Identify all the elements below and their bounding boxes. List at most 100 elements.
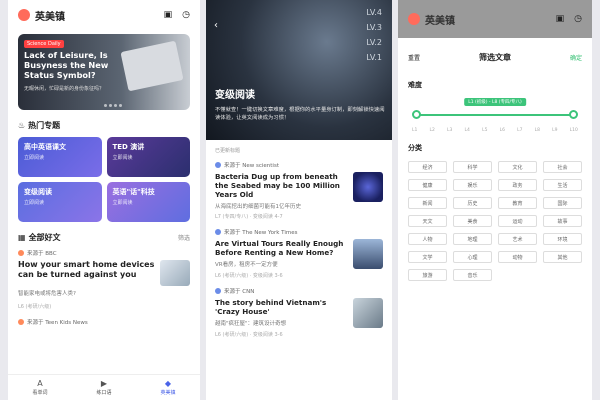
article-card[interactable]: 来源于 BBC How your smart home devices can … (8, 249, 200, 310)
category-chip[interactable]: 其他 (543, 251, 582, 263)
hero-banner[interactable]: Science Daily Lack of Leisure, Is Busyne… (18, 34, 190, 110)
article-level: L6 (考研/六级) · 变级阅读 3-6 (215, 332, 283, 338)
category-chip[interactable]: 国际 (543, 197, 582, 209)
article-level: L6 (考研/六级) (18, 304, 52, 310)
list-item[interactable]: 来源于 The New York Times Are Virtual Tours… (215, 224, 383, 283)
slider-range-label: L1 (初级) - L8 (专四/专八) (464, 98, 526, 106)
article-source: 来源于 CNN (215, 287, 383, 295)
category-grid: 经济 科学 文化 社会 健康 娱乐 政务 生活 新闻 历史 教育 国际 天文 美… (398, 153, 592, 289)
category-chip[interactable]: 文学 (408, 251, 447, 263)
category-chip[interactable]: 运动 (498, 215, 537, 227)
words-icon: A (37, 379, 43, 388)
category-chip[interactable]: 健康 (408, 179, 447, 191)
town-icon: ◆ (164, 379, 172, 388)
source-logo-icon (215, 288, 221, 294)
source-logo-icon (215, 162, 221, 168)
category-chip[interactable]: 故事 (543, 215, 582, 227)
category-chip[interactable]: 新闻 (408, 197, 447, 209)
slider-ticks: L1 L2 L3 L4 L5 L6 L7 L8 L9 L10 (412, 128, 578, 133)
reset-button[interactable]: 重置 (408, 53, 420, 62)
clock-icon: ◷ (574, 14, 582, 24)
category-chip[interactable]: 生活 (543, 179, 582, 191)
article-title: The story behind Vietnam's 'Crazy House' (215, 298, 327, 316)
article-level: L6 (考研/六级) · 变级阅读 3-6 (215, 273, 283, 279)
dimmed-header: 英美镇 ▣ ◷ (398, 0, 592, 38)
tab-words[interactable]: A 看单词 (8, 375, 72, 400)
category-chip[interactable]: 人物 (408, 233, 447, 245)
topic-card[interactable]: 高中英语课文 立即阅读 (18, 137, 102, 177)
article-title: Are Virtual Tours Really Enough Before R… (215, 239, 344, 257)
category-chip[interactable]: 地理 (453, 233, 492, 245)
article-list: 已更新标题 来源于 New scientist Bacteria Dug up … (206, 140, 392, 342)
slider-track (416, 114, 574, 116)
category-chip[interactable]: 旅游 (408, 269, 447, 281)
back-icon[interactable]: ‹ (214, 20, 218, 31)
level-gauge: LV.4 LV.3 LV.2 LV.1 (366, 8, 382, 62)
topics-section-title: ♨ 热门专题 (18, 121, 61, 130)
difficulty-slider[interactable]: L1 (初级) - L8 (专四/专八) (412, 98, 578, 126)
page-description: 不懂就查！一键切换文章难度，根据你的水平量身订制，即刻解锁快速阅读体验，让英文阅… (215, 107, 385, 121)
fire-icon: ♨ (18, 121, 26, 130)
topic-card[interactable]: 变级阅读 立即阅读 (18, 182, 102, 222)
topics-grid: 高中英语课文 立即阅读 TED 演讲 立即阅读 变级阅读 立即阅读 英语"话"科… (8, 137, 200, 222)
bookmark-icon[interactable]: ▣ (164, 10, 173, 20)
tab-town[interactable]: ◆ 英美镇 (136, 375, 200, 400)
category-chip[interactable]: 社会 (543, 161, 582, 173)
category-chip[interactable]: 文化 (498, 161, 537, 173)
category-chip[interactable]: 心理 (453, 251, 492, 263)
home-header: 英美镇 ▣ ◷ (8, 0, 200, 30)
all-articles-title: ▦ 全部好文 筛选 (18, 233, 190, 242)
banner-title: Lack of Leisure, Is Busyness the New Sta… (24, 50, 109, 80)
category-chip[interactable]: 动物 (498, 251, 537, 263)
category-chip[interactable]: 政务 (498, 179, 537, 191)
article-translation: 智能家电或将危害人类? (18, 291, 76, 297)
home-screen: 英美镇 ▣ ◷ Science Daily Lack of Leisure, I… (8, 0, 200, 400)
category-chip[interactable]: 教育 (498, 197, 537, 209)
graded-reading-hero: ‹ LV.4 LV.3 LV.2 LV.1 变级阅读 不懂就查！一键切换文章难度… (206, 0, 392, 140)
filter-screen: 英美镇 ▣ ◷ 重置 筛选文章 确定 难度 L1 (初级) - L8 (专四/专… (398, 0, 592, 400)
category-chip[interactable]: 音乐 (453, 269, 492, 281)
article-level: L7 (专四/专八) · 变级阅读 4-7 (215, 214, 283, 220)
topic-card[interactable]: 英语"话"科技 立即阅读 (106, 182, 190, 222)
category-chip[interactable]: 环境 (543, 233, 582, 245)
difficulty-label: 难度 (408, 81, 422, 89)
category-chip[interactable]: 历史 (453, 197, 492, 209)
bookmark-icon: ▣ (555, 14, 565, 24)
list-item[interactable]: 来源于 New scientist Bacteria Dug up from b… (215, 157, 383, 224)
article-thumbnail (353, 172, 383, 202)
app-title: 英美镇 (35, 11, 65, 23)
topic-card[interactable]: TED 演讲 立即阅读 (106, 137, 190, 177)
article-translation: VR看房，租房不一定方便 (215, 262, 278, 268)
page-title: 变级阅读 (215, 90, 255, 101)
category-chip[interactable]: 美食 (453, 215, 492, 227)
banner-subtitle: 无暇休闲，忙碌是新的身份象征吗？ (24, 86, 105, 92)
clock-icon[interactable]: ◷ (182, 10, 190, 20)
category-chip[interactable]: 天文 (408, 215, 447, 227)
grid-icon: ▦ (18, 233, 26, 242)
tab-speaking[interactable]: ▶ 练口语 (72, 375, 136, 400)
bottom-tab-bar: A 看单词 ▶ 练口语 ◆ 英美镇 (8, 374, 200, 400)
filter-button[interactable]: 筛选 (178, 233, 190, 242)
app-title: 英美镇 (425, 15, 455, 27)
article-thumbnail (353, 239, 383, 269)
category-chip[interactable]: 科学 (453, 161, 492, 173)
article-source: 来源于 Teen Kids News (8, 310, 200, 326)
list-header: 已更新标题 (215, 148, 241, 154)
source-logo-icon (18, 319, 24, 325)
list-item[interactable]: 来源于 CNN The story behind Vietnam's 'Craz… (215, 283, 383, 342)
source-logo-icon (215, 229, 221, 235)
article-translation: 越南"疯狂屋"：建筑设计奇想 (215, 321, 287, 327)
article-title: Bacteria Dug up from beneath the Seabed … (215, 172, 340, 199)
article-title: How your smart home devices can be turne… (18, 260, 155, 279)
article-translation: 从海底挖出的细菌可能有1亿年历史 (215, 204, 302, 210)
category-chip[interactable]: 娱乐 (453, 179, 492, 191)
category-chip[interactable]: 艺术 (498, 233, 537, 245)
slider-max-handle[interactable] (569, 110, 578, 119)
confirm-button[interactable]: 确定 (570, 53, 582, 62)
banner-image (120, 40, 184, 92)
article-source: 来源于 The New York Times (215, 228, 383, 236)
graded-reading-screen: ‹ LV.4 LV.3 LV.2 LV.1 变级阅读 不懂就查！一键切换文章难度… (206, 0, 392, 400)
article-source: 来源于 New scientist (215, 161, 383, 169)
category-chip[interactable]: 经济 (408, 161, 447, 173)
slider-min-handle[interactable] (412, 110, 421, 119)
